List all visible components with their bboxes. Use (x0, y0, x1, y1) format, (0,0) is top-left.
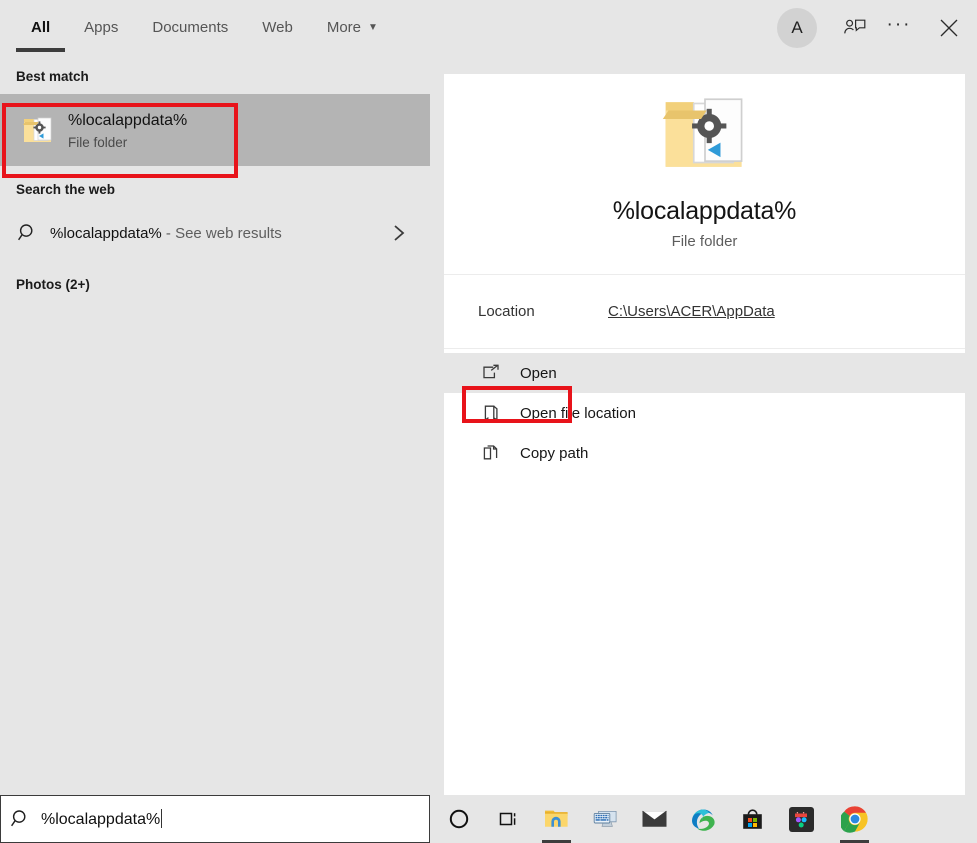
tab-apps-label: Apps (84, 19, 119, 36)
preview-panel: %localappdata% File folder Location C:\U… (444, 74, 965, 795)
feedback-button[interactable] (833, 5, 877, 51)
search-tab-bar: All Apps Documents Web More ▼ A ··· (0, 0, 977, 55)
taskbar-item-google-chrome[interactable] (830, 795, 879, 843)
tab-all[interactable]: All (14, 0, 67, 55)
avatar-initial: A (791, 17, 803, 37)
more-options-button[interactable]: ··· (877, 5, 921, 51)
action-open-file-location[interactable]: Open file location (444, 393, 965, 433)
windows-search-flyout: All Apps Documents Web More ▼ A ··· Best… (0, 0, 977, 843)
copy-pages-icon (478, 443, 504, 463)
results-column: Best match %localappdata% File folder Se… (0, 55, 430, 795)
search-input[interactable]: %localappdata% (0, 795, 430, 843)
folder-page-icon (478, 403, 504, 423)
action-open[interactable]: Open (444, 353, 965, 393)
location-link[interactable]: C:\Users\ACER\AppData (608, 303, 775, 320)
tab-more[interactable]: More ▼ (310, 0, 395, 55)
best-match-header: Best match (16, 69, 89, 84)
search-input-value: %localappdata% (41, 811, 161, 828)
remote-desktop-icon (592, 805, 620, 833)
location-row: Location C:\Users\ACER\AppData (444, 275, 965, 348)
tab-apps[interactable]: Apps (67, 0, 135, 55)
microsoft-store-icon (739, 805, 767, 833)
chevron-right-icon[interactable] (392, 223, 406, 243)
taskbar-item-cortana[interactable] (434, 795, 483, 843)
chevron-down-icon: ▼ (368, 21, 378, 33)
avatar[interactable]: A (777, 7, 817, 48)
web-search-query: %localappdata% (50, 224, 162, 242)
best-match-subtitle: File folder (68, 134, 128, 150)
close-button[interactable] (921, 5, 977, 51)
folder-icon (18, 114, 58, 146)
web-search-result[interactable]: %localappdata% - See web results (0, 207, 430, 259)
ellipsis-icon: ··· (886, 14, 912, 35)
taskbar-item-task-view[interactable] (483, 795, 532, 843)
action-list: Open Open file location Copy path (444, 349, 965, 473)
open-in-new-icon (478, 363, 504, 383)
taskbar-item-microsoft-store[interactable] (728, 795, 777, 843)
figma-icon (788, 805, 816, 833)
photos-header: Photos (2+) (16, 277, 90, 292)
action-copy-path-label: Copy path (520, 444, 589, 462)
search-icon (10, 222, 46, 244)
cortana-icon (445, 805, 473, 833)
file-explorer-icon (543, 805, 571, 833)
microsoft-edge-icon (690, 805, 718, 833)
folder-gear-icon (23, 117, 52, 142)
feedback-person-icon (844, 19, 866, 33)
taskbar-item-file-explorer[interactable] (532, 795, 581, 843)
taskbar-item-microsoft-edge[interactable] (679, 795, 728, 843)
best-match-result[interactable]: %localappdata% File folder (0, 94, 430, 166)
tab-list: All Apps Documents Web More ▼ (14, 0, 395, 55)
tab-web-label: Web (262, 19, 293, 36)
tab-web[interactable]: Web (245, 0, 310, 55)
tab-active-underline (16, 48, 66, 52)
web-search-suffix: - See web results (161, 224, 282, 242)
preview-subtitle: File folder (671, 233, 738, 250)
tab-more-label: More (326, 19, 362, 36)
text-cursor (161, 809, 163, 828)
preview-hero: %localappdata% File folder (444, 74, 965, 274)
action-copy-path[interactable]: Copy path (444, 433, 965, 473)
search-icon (1, 808, 41, 830)
folder-gear-large-icon (662, 98, 742, 167)
taskbar-icons (430, 795, 977, 843)
location-label: Location (478, 303, 535, 320)
tab-all-label: All (31, 19, 51, 36)
window-controls: A ··· (777, 0, 977, 55)
search-the-web-header: Search the web (16, 182, 116, 197)
tab-documents-label: Documents (152, 19, 229, 36)
best-match-text: %localappdata% File folder (68, 110, 187, 150)
mail-icon (641, 805, 669, 833)
taskbar-item-remote-desktop[interactable] (581, 795, 630, 843)
close-icon (940, 19, 958, 36)
taskbar-item-figma[interactable] (777, 795, 826, 843)
action-open-file-location-label: Open file location (520, 404, 636, 422)
web-search-label: %localappdata% - See web results (50, 225, 282, 242)
action-open-label: Open (520, 364, 557, 382)
tab-documents[interactable]: Documents (135, 0, 245, 55)
taskbar-item-mail[interactable] (630, 795, 679, 843)
best-match-title: %localappdata% (68, 112, 188, 130)
taskbar-bar: %localappdata% (0, 795, 977, 843)
task-view-icon (494, 805, 522, 833)
folder-large-icon (657, 88, 753, 183)
search-input-text: %localappdata% (41, 809, 163, 829)
preview-title: %localappdata% (612, 197, 797, 225)
google-chrome-icon (840, 805, 869, 833)
